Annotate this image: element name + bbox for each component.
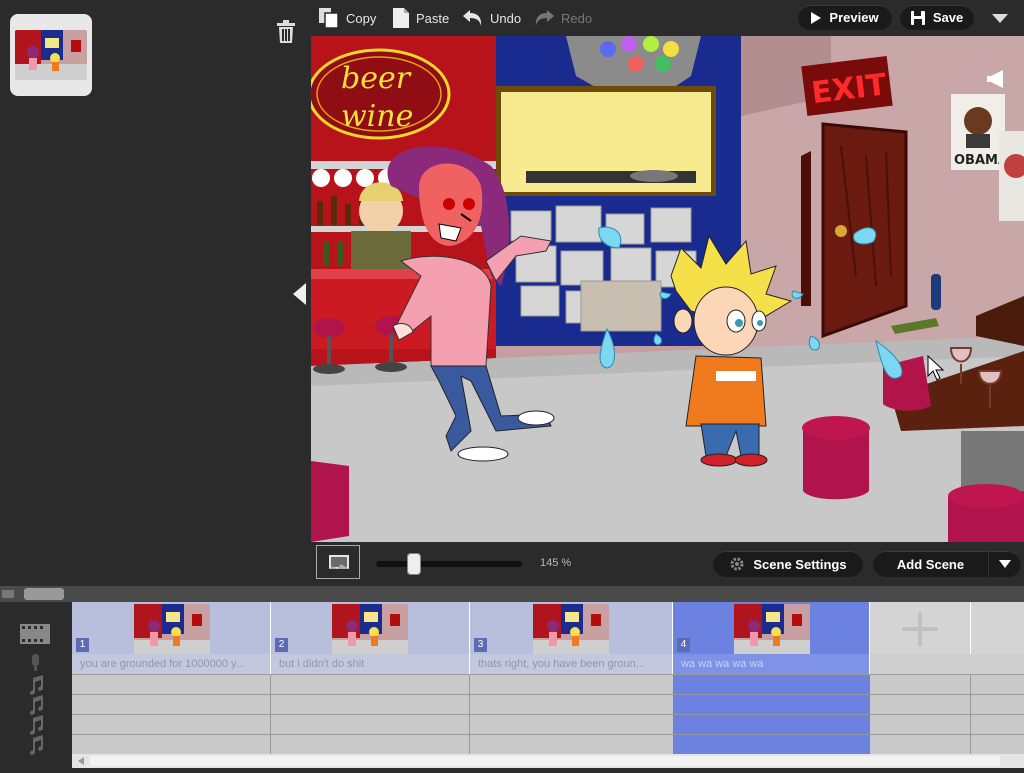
undo-label: Undo (490, 10, 522, 26)
scene-2-caption[interactable]: but i didn't do shit (271, 654, 470, 674)
scene-thumbnail-image (332, 604, 408, 654)
plus-icon (902, 612, 938, 646)
track-divider (72, 734, 1024, 735)
redo-icon (535, 10, 554, 26)
zoom-level-label: 145 % (540, 557, 572, 569)
microphone-icon (32, 654, 39, 671)
undo-button[interactable]: Undo (462, 6, 521, 30)
copy-button[interactable]: Copy (318, 6, 376, 30)
scene-1-caption[interactable]: you are grounded for 1000000 y... (72, 654, 271, 674)
undo-icon (463, 10, 482, 26)
copy-icon (319, 8, 339, 29)
scene-number-badge: 3 (474, 638, 487, 652)
zoom-slider-track[interactable] (376, 561, 522, 567)
timeline-ruler (0, 586, 1024, 602)
scene-number-badge: 2 (275, 638, 288, 652)
redo-button[interactable]: Redo (533, 6, 592, 30)
timeline-scene-3[interactable]: 3 (470, 602, 673, 654)
track-divider (72, 714, 1024, 715)
preview-button[interactable]: Preview (798, 5, 892, 30)
preview-label: Preview (829, 10, 879, 25)
timeline-scrollbar-thumb[interactable] (90, 756, 1000, 766)
scroll-left-arrow-icon[interactable] (78, 757, 84, 765)
timeline-scene-4[interactable]: 4 (673, 602, 870, 654)
scene-settings-button[interactable]: Scene Settings (713, 551, 863, 577)
timeline-zoom-handle[interactable] (24, 588, 64, 600)
column-divider (270, 674, 271, 754)
paste-label: Paste (416, 10, 450, 26)
redo-label: Redo (561, 10, 593, 26)
scene-4-caption[interactable]: wa wa wa wa wa (673, 654, 870, 674)
copy-label: Copy (346, 10, 377, 26)
scene-settings-label: Scene Settings (753, 556, 847, 572)
timeline-zoom-out-button[interactable] (2, 590, 14, 598)
scene-3-caption[interactable]: thats right, you have been groun... (470, 654, 673, 674)
timeline-scene-1[interactable]: 1 (72, 602, 271, 654)
camera-icon (329, 555, 349, 569)
paste-icon (393, 8, 409, 28)
add-scene-button[interactable]: Add Scene (873, 551, 988, 577)
add-scene-label: Add Scene (896, 556, 965, 572)
gear-icon (730, 557, 744, 571)
delete-scene-trash-icon[interactable] (276, 20, 296, 44)
paste-button[interactable]: Paste (392, 6, 449, 30)
timeline-scene-2[interactable]: 2 (271, 602, 470, 654)
film-icon (20, 624, 50, 644)
camera-view-button[interactable] (316, 545, 360, 579)
save-button[interactable]: Save (900, 5, 974, 30)
add-scene-to-timeline-button[interactable] (870, 602, 970, 654)
scene-number-badge: 4 (677, 638, 690, 652)
scene-thumbnail-image (15, 30, 87, 80)
track-icons-column (0, 602, 72, 768)
save-label: Save (932, 10, 964, 25)
floppy-disk-icon (910, 10, 925, 25)
timeline-empty-slot (970, 602, 1024, 654)
scene-thumbnail-image (134, 604, 210, 654)
scene-list-thumbnail[interactable] (10, 14, 92, 96)
timeline-empty-caption (870, 654, 1024, 674)
collapse-panel-arrow-icon[interactable] (293, 283, 307, 305)
scene-thumbnail-image (734, 604, 810, 654)
column-divider (469, 674, 470, 754)
scene-number-badge: 1 (76, 638, 89, 652)
zoom-slider-handle[interactable] (407, 553, 421, 575)
more-options-chevron-down-icon[interactable] (982, 8, 1018, 28)
add-scene-options-chevron-down-icon[interactable] (988, 551, 1021, 577)
music-note-icon (30, 675, 43, 755)
bar-sign-line2: wine (341, 99, 413, 134)
scene-stage-canvas[interactable]: beer wine EXIT OBAMA (311, 36, 1024, 542)
play-icon (811, 11, 822, 24)
scene-artwork: beer wine EXIT OBAMA (311, 36, 1024, 542)
track-divider (72, 674, 1024, 675)
scene-thumbnail-image (533, 604, 609, 654)
bar-sign-line1: beer (341, 61, 412, 96)
track-divider (72, 694, 1024, 695)
